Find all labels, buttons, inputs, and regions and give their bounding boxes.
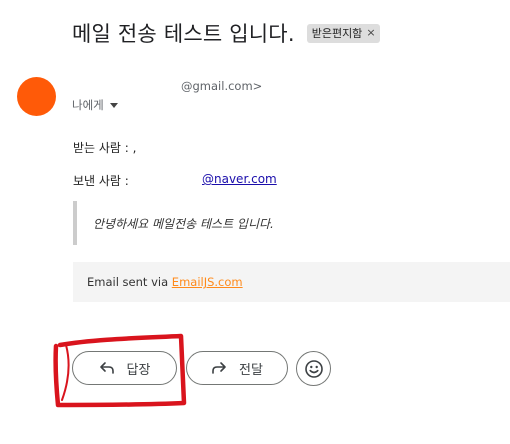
email-subject-row: 메일 전송 테스트 입니다. 받은편지함 ×: [72, 16, 380, 50]
footer-text: Email sent via EmailJS.com: [87, 275, 243, 289]
sender-avatar[interactable]: [17, 77, 56, 116]
footer-box: Email sent via EmailJS.com: [73, 262, 510, 302]
emailjs-link[interactable]: EmailJS.com: [172, 275, 243, 289]
reply-arrow-icon: [99, 362, 114, 374]
remove-label-icon[interactable]: ×: [366, 26, 375, 39]
forward-button[interactable]: 전달: [186, 351, 288, 385]
recipient-details-toggle[interactable]: 나에게: [72, 97, 118, 113]
reply-button[interactable]: 답장: [72, 351, 177, 385]
quote-text: 안녕하세요 메일전송 테스트 입니다.: [93, 217, 274, 231]
body-sender-label: 보낸 사람 :: [73, 174, 129, 188]
emoji-reaction-button[interactable]: [296, 351, 331, 386]
body-recipient-line: 받는 사람 : ,: [73, 141, 137, 155]
chevron-down-icon: [109, 103, 118, 108]
recipient-label: 나에게: [72, 98, 104, 112]
reply-label: 답장: [126, 362, 151, 378]
forward-arrow-icon: [212, 362, 226, 374]
sender-email-link[interactable]: @naver.com: [202, 172, 277, 186]
email-subject: 메일 전송 테스트 입니다.: [72, 22, 295, 46]
footer-prefix: Email sent via: [87, 275, 172, 289]
sender-email: @gmail.com>: [181, 79, 263, 93]
inbox-label-text: 받은편지함: [311, 26, 363, 40]
message-quote: 안녕하세요 메일전송 테스트 입니다.: [73, 201, 373, 245]
inbox-label-chip[interactable]: 받은편지함 ×: [306, 23, 380, 43]
forward-label: 전달: [239, 362, 263, 378]
smiley-icon: [304, 359, 323, 378]
